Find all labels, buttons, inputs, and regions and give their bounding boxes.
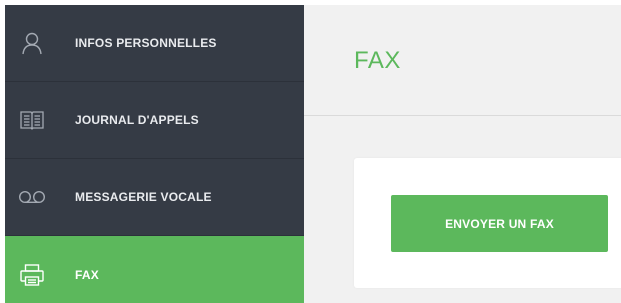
send-fax-button[interactable]: ENVOYER UN FAX [391,195,608,252]
user-icon [17,30,47,56]
voicemail-icon [17,184,47,210]
app-window: INFOS PERSONNELLES JOURNAL D'APPELS MESS… [0,0,621,303]
sidebar-item-label: JOURNAL D'APPELS [75,113,199,127]
sidebar-item-label: FAX [75,267,99,282]
page-title: FAX [354,47,401,74]
sidebar: INFOS PERSONNELLES JOURNAL D'APPELS MESS… [5,5,304,303]
sidebar-item-infos-personnelles[interactable]: INFOS PERSONNELLES [5,5,304,82]
sidebar-item-fax[interactable]: FAX [5,236,304,303]
page-header: FAX [304,5,621,116]
sidebar-item-label: INFOS PERSONNELLES [75,36,217,50]
sidebar-item-label: MESSAGERIE VOCALE [75,190,212,204]
printer-icon [17,262,47,288]
sidebar-item-journal-appels[interactable]: JOURNAL D'APPELS [5,82,304,159]
book-icon [17,107,47,133]
main-content: FAX ENVOYER UN FAX [304,5,621,303]
sidebar-item-messagerie-vocale[interactable]: MESSAGERIE VOCALE [5,159,304,236]
fax-card: ENVOYER UN FAX [354,158,621,288]
